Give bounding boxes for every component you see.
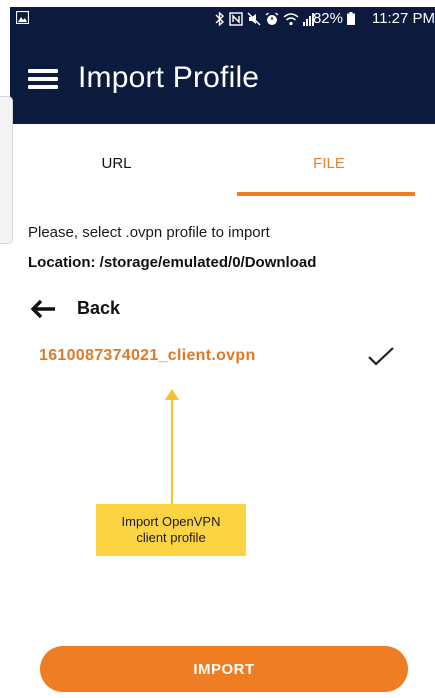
clock: 11:27 PM: [371, 10, 435, 27]
bluetooth-icon: [215, 11, 225, 27]
annotation-arrow: [165, 389, 179, 510]
tab-bar: URL FILE: [10, 124, 435, 198]
annotation-callout: Import OpenVPN client profile: [96, 504, 246, 556]
import-button-label: IMPORT: [193, 660, 255, 678]
battery-icon: [347, 12, 355, 25]
import-button[interactable]: IMPORT: [40, 646, 408, 692]
nfc-icon: [229, 12, 243, 26]
checkmark-icon: [368, 347, 394, 366]
location-path: Location: /storage/emulated/0/Download: [28, 254, 317, 271]
annotation-line-1: Import OpenVPN: [121, 514, 221, 529]
file-list-item[interactable]: 1610087374021_client.ovpn: [28, 338, 408, 374]
battery-percent: 82%: [312, 10, 343, 27]
status-bar: 82% 11:27 PM: [10, 7, 435, 31]
hamburger-menu-icon[interactable]: [28, 69, 58, 89]
file-name: 1610087374021_client.ovpn: [39, 347, 256, 364]
status-icons: [215, 9, 315, 29]
tab-file-label: FILE: [313, 155, 345, 172]
page-title: Import Profile: [78, 61, 260, 94]
annotation-line-2: client profile: [136, 530, 206, 545]
wifi-icon: [283, 13, 299, 26]
gallery-icon: [16, 11, 29, 24]
tab-active-indicator: [237, 192, 415, 196]
tab-url-label: URL: [101, 155, 132, 172]
tab-file[interactable]: FILE: [223, 124, 435, 198]
back-label: Back: [77, 298, 121, 318]
arrow-left-icon: [30, 299, 55, 319]
mute-icon: [247, 12, 261, 26]
instruction-text: Please, select .ovpn profile to import: [28, 224, 270, 241]
tab-url[interactable]: URL: [10, 124, 223, 198]
alarm-icon: [265, 12, 279, 25]
app-bar: Import Profile: [10, 31, 435, 124]
